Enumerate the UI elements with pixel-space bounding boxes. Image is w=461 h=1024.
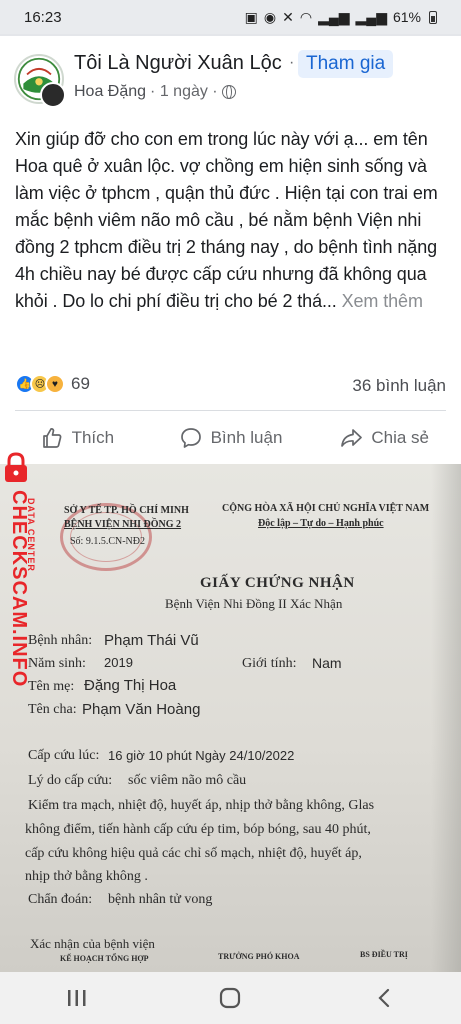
doc-title: GIẤY CHỨNG NHẬN <box>200 575 355 591</box>
comment-label: Bình luận <box>210 428 283 447</box>
diagnosis-label: Chẩn đoán: <box>28 892 93 907</box>
home-button[interactable] <box>200 978 260 1018</box>
exam-line-1: Kiểm tra mạch, nhiệt độ, huyết áp, nhịp … <box>28 798 375 813</box>
exam-line-2: không điểm, tiến hành cấp cứu ép tim, bó… <box>25 822 371 837</box>
watermark: CHECKSCAM.INFO DATA CENTER <box>0 452 36 687</box>
like-label: Thích <box>71 428 115 447</box>
status-bar: 16:23 ▣ ◉ ✕ ◠ ▂▄▆ ▂▄▆ 61% <box>0 0 461 34</box>
home-icon <box>220 987 241 1009</box>
share-icon <box>341 429 363 447</box>
doc-subtitle: Bệnh Viện Nhi Đồng II Xác Nhận <box>165 596 343 611</box>
post-card: Tôi Là Người Xuân Lộc · Tham gia Hoa Đặn… <box>0 36 461 464</box>
confirm-label: Xác nhận của bệnh viện <box>30 936 155 951</box>
gender-label: Giới tính: <box>242 656 297 671</box>
post-meta: Hoa Đặng · 1 ngày · <box>74 83 236 101</box>
actions-divider <box>15 410 446 411</box>
footer-left: KẾ HOẠCH TỔNG HỢP <box>60 954 149 963</box>
birth-label: Năm sinh: <box>28 656 86 671</box>
see-more-link[interactable]: Xem thêm <box>342 291 423 311</box>
post-header: Tôi Là Người Xuân Lộc · Tham gia Hoa Đặn… <box>14 50 454 110</box>
mother-label: Tên mẹ: <box>28 679 75 694</box>
doc-motto: Độc lập – Tự do – Hạnh phúc <box>258 518 384 529</box>
post-body: Xin giúp đỡ cho con em trong lúc này với… <box>15 126 451 315</box>
image-icon: ▣ <box>244 8 258 25</box>
back-button[interactable] <box>354 978 414 1018</box>
reason-value: sốc viêm não mô cầu <box>128 773 247 788</box>
battery-percent: 61% <box>392 9 421 25</box>
care-reaction-icon: ♥ <box>45 374 65 394</box>
reactions-summary[interactable]: 👍 ☹ ♥ 69 <box>15 374 90 394</box>
footer-mid: TRƯỞNG PHÓ KHOA <box>218 952 300 961</box>
battery-icon <box>429 10 437 24</box>
recents-button[interactable] <box>47 978 107 1018</box>
post-time[interactable]: · 1 ngày · <box>150 83 218 101</box>
reaction-count: 69 <box>71 374 90 393</box>
alarm-icon: ◉ <box>263 8 277 25</box>
patient-value: Phạm Thái Vũ <box>104 632 199 649</box>
wifi-icon: ◠ <box>299 8 313 25</box>
doc-hospital-header: BỆNH VIỆN NHI ĐỒNG 2 <box>64 519 182 530</box>
share-label: Chia sẻ <box>371 428 429 447</box>
signal-icon: ▂▄▆ <box>318 8 350 25</box>
gender-value: Nam <box>312 655 342 671</box>
thumbs-up-icon <box>42 428 62 448</box>
header-dot: · <box>289 54 295 71</box>
emergency-label: Cấp cứu lúc: <box>28 748 100 763</box>
post-text: Xin giúp đỡ cho con em trong lúc này với… <box>15 129 438 311</box>
diagnosis-value: bệnh nhân tử vong <box>108 892 213 907</box>
birth-value: 2019 <box>104 655 133 670</box>
author-avatar[interactable] <box>40 82 66 108</box>
doc-number: Số: 9.1.5.CN-NĐ2 <box>70 536 146 547</box>
comment-count[interactable]: 36 bình luận <box>352 376 446 396</box>
exam-line-3: cấp cứu không hiệu quả các chỉ số mạch, … <box>25 846 362 861</box>
watermark-sub: DATA CENTER <box>26 498 36 572</box>
lock-icon <box>5 452 27 482</box>
doc-dept-header: SỞ Y TẾ TP. HỒ CHÍ MINH <box>64 505 189 516</box>
father-label: Tên cha: <box>28 702 77 717</box>
document-shadow <box>431 464 461 972</box>
footer-right: BS ĐIỀU TRỊ <box>360 950 408 959</box>
globe-icon <box>221 85 236 99</box>
signal-2-icon: ▂▄▆ <box>355 8 387 25</box>
back-icon <box>378 988 390 1008</box>
father-value: Phạm Văn Hoàng <box>82 701 201 718</box>
navigation-bar <box>0 972 461 1024</box>
recents-icon <box>67 990 86 1006</box>
emergency-value: 16 giờ 10 phút Ngày 24/10/2022 <box>108 748 295 763</box>
comment-icon <box>180 428 201 448</box>
status-time: 16:23 <box>24 8 62 26</box>
share-button[interactable]: Chia sẻ <box>307 416 461 460</box>
mute-icon: ✕ <box>282 8 294 25</box>
doc-country-header: CỘNG HÒA XÃ HỘI CHỦ NGHĨA VIỆT NAM <box>222 503 430 514</box>
join-group-button[interactable]: Tham gia <box>298 50 394 78</box>
post-actions: Thích Bình luận Chia sẻ <box>0 416 461 460</box>
patient-label: Bệnh nhân: <box>28 633 93 648</box>
reason-label: Lý do cấp cứu: <box>28 773 113 788</box>
mother-value: Đặng Thị Hoa <box>84 677 177 694</box>
comment-button[interactable]: Bình luận <box>154 416 308 460</box>
author-name[interactable]: Hoa Đặng <box>74 83 146 101</box>
status-icons: ▣ ◉ ✕ ◠ ▂▄▆ ▂▄▆ 61% <box>245 9 437 26</box>
group-name[interactable]: Tôi Là Người Xuân Lộc <box>74 52 282 75</box>
exam-line-4: nhịp thở bằng không . <box>25 869 148 884</box>
